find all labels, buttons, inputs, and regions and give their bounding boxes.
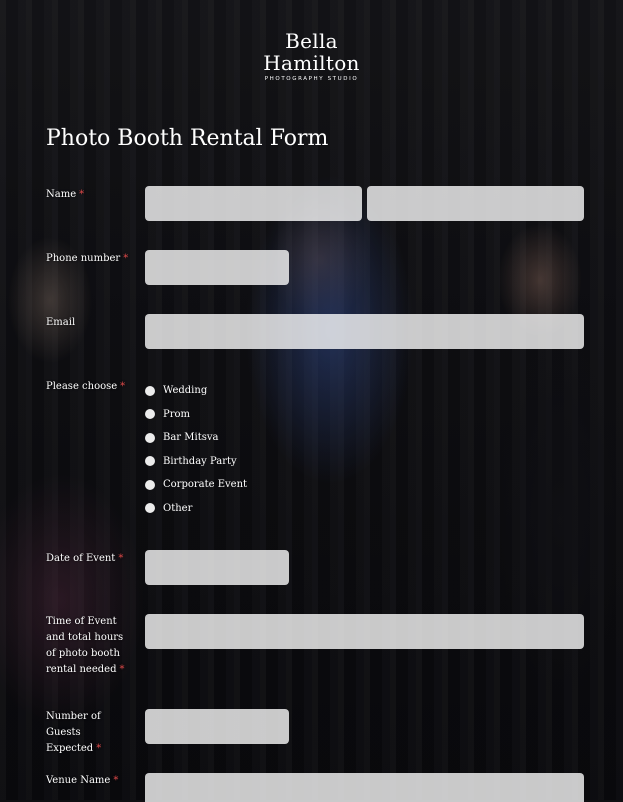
time-input[interactable] (145, 614, 584, 649)
background-overlay (0, 0, 623, 800)
radio-option-other[interactable]: Other (145, 497, 247, 521)
brand-logo: Bella Hamilton PHOTOGRAPHY STUDIO (0, 30, 623, 82)
time-label-text: Time of Event and total hours of photo b… (46, 616, 124, 675)
brand-name-line1: Bella (285, 29, 338, 53)
radio-button[interactable] (145, 503, 155, 514)
phone-label-text: Phone number (46, 253, 121, 264)
required-marker: * (118, 553, 124, 564)
radio-button[interactable] (145, 385, 155, 396)
email-input[interactable] (145, 314, 584, 349)
required-marker: * (120, 381, 126, 392)
radio-option-label: Wedding (163, 385, 208, 397)
radio-button[interactable] (145, 409, 155, 420)
brand-name-line2: Hamilton (263, 51, 360, 75)
event-type-radio-group: Wedding Prom Bar Mitsva Birthday Party C… (145, 379, 247, 520)
name-label-text: Name (46, 189, 77, 200)
date-label: Date of Event * (46, 551, 136, 567)
radio-option-label: Bar Mitsva (163, 432, 219, 444)
date-input[interactable] (145, 550, 289, 585)
required-marker: * (96, 743, 102, 754)
choice-label: Please choose * (46, 379, 136, 395)
guests-label: Number of Guests Expected * (46, 709, 136, 757)
guests-label-text: Number of Guests Expected (46, 711, 101, 754)
venue-label: Venue Name * (46, 773, 136, 789)
choice-label-text: Please choose (46, 381, 118, 392)
time-label: Time of Event and total hours of photo b… (46, 614, 136, 678)
radio-option-prom[interactable]: Prom (145, 403, 247, 427)
phone-label: Phone number * (46, 251, 136, 267)
venue-label-text: Venue Name (46, 775, 111, 786)
radio-button[interactable] (145, 432, 155, 443)
form-title: Photo Booth Rental Form (46, 126, 329, 151)
radio-button[interactable] (145, 456, 155, 467)
first-name-input[interactable] (145, 186, 362, 221)
required-marker: * (123, 253, 129, 264)
radio-option-wedding[interactable]: Wedding (145, 379, 247, 403)
name-label: Name * (46, 187, 136, 203)
phone-input[interactable] (145, 250, 289, 285)
email-label-text: Email (46, 317, 76, 328)
radio-option-label: Other (163, 502, 193, 514)
last-name-input[interactable] (367, 186, 584, 221)
radio-option-label: Prom (163, 408, 191, 420)
radio-option-label: Corporate Event (163, 479, 248, 491)
radio-option-bar-mitsva[interactable]: Bar Mitsva (145, 426, 247, 450)
date-label-text: Date of Event (46, 553, 116, 564)
radio-option-label: Birthday Party (163, 455, 237, 467)
required-marker: * (119, 664, 125, 675)
radio-option-corporate-event[interactable]: Corporate Event (145, 473, 247, 497)
guests-input[interactable] (145, 709, 289, 744)
required-marker: * (113, 775, 119, 786)
radio-option-birthday-party[interactable]: Birthday Party (145, 450, 247, 474)
venue-input[interactable] (145, 773, 584, 802)
email-label: Email (46, 315, 136, 331)
required-marker: * (79, 189, 85, 200)
brand-tagline: PHOTOGRAPHY STUDIO (264, 76, 359, 82)
radio-button[interactable] (145, 479, 155, 490)
